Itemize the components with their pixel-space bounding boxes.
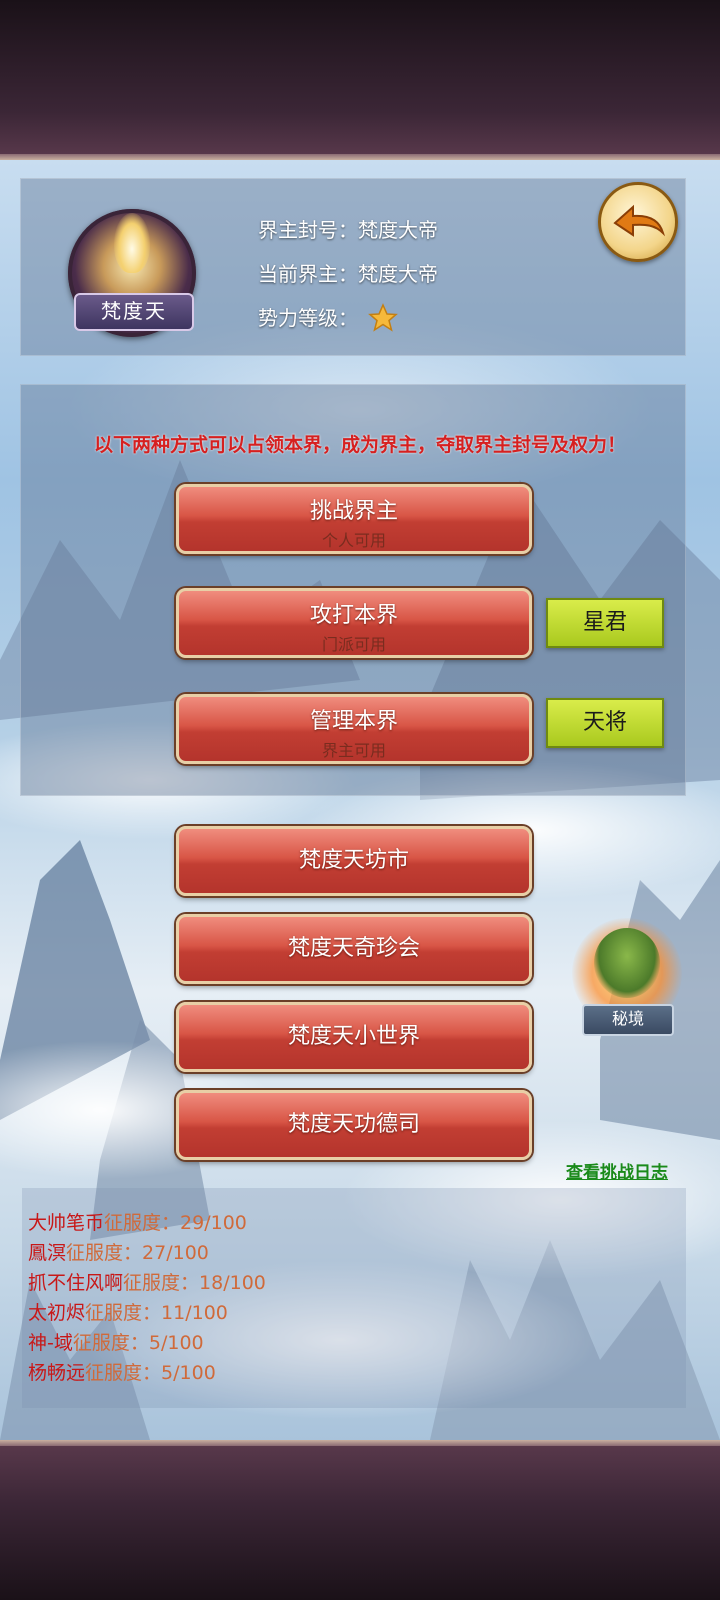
player-name: 鳳溟 <box>28 1242 67 1264</box>
back-arrow-icon <box>613 204 666 237</box>
player-name: 大帅笔币 <box>28 1212 105 1234</box>
list-item: 鳳溟征服度：27/100 <box>28 1238 209 1268</box>
conquest-label: 征服度： <box>104 1212 181 1234</box>
conquest-value: 11/100 <box>161 1302 228 1324</box>
realm-name-label: 梵度天 <box>74 293 194 331</box>
conquest-value: 18/100 <box>199 1272 266 1294</box>
small-world-button[interactable]: 梵度天小世界 <box>176 1002 532 1072</box>
realm-title-line: 界主封号：梵度大帝 <box>258 218 438 242</box>
conquest-value: 5/100 <box>148 1332 204 1354</box>
button-label: 管理本界 <box>309 709 398 734</box>
bottom-frame <box>0 1440 720 1600</box>
player-name: 杨畅远 <box>28 1362 86 1384</box>
challenge-log-link[interactable]: 查看挑战日志 <box>566 1158 668 1183</box>
button-label: 梵度天坊市 <box>298 848 409 873</box>
conquest-label: 征服度： <box>66 1242 143 1264</box>
player-name: 太初烬 <box>28 1302 86 1324</box>
conquest-list[interactable]: 大帅笔币征服度：29/100 鳳溟征服度：27/100 抓不住风啊征服度：18/… <box>22 1188 686 1408</box>
secret-realm-button[interactable]: 秘境 <box>572 918 682 1048</box>
floating-island-icon <box>594 928 660 998</box>
back-button[interactable] <box>598 182 678 262</box>
button-sublabel: 界主可用 <box>321 741 386 760</box>
attack-realm-button[interactable]: 攻打本界 门派可用 <box>176 588 532 658</box>
list-item: 抓不住风啊征服度：18/100 <box>28 1268 266 1298</box>
button-sublabel: 门派可用 <box>321 635 386 654</box>
market-button[interactable]: 梵度天坊市 <box>176 826 532 896</box>
flame-icon <box>114 213 150 273</box>
list-item: 太初烬征服度：11/100 <box>28 1298 228 1328</box>
button-label: 梵度天小世界 <box>287 1024 420 1049</box>
list-item: 杨畅远征服度：5/100 <box>28 1358 216 1388</box>
conquest-label: 征服度： <box>72 1332 149 1354</box>
treasure-auction-button[interactable]: 梵度天奇珍会 <box>176 914 532 984</box>
current-ruler-line: 当前界主：梵度大帝 <box>258 262 438 286</box>
star-lord-button[interactable]: 星君 <box>546 598 664 648</box>
button-label: 攻打本界 <box>309 603 398 628</box>
realm-emblem: 梵度天 <box>64 205 200 341</box>
button-sublabel: 个人可用 <box>321 531 386 550</box>
list-item: 神-域征服度：5/100 <box>28 1328 204 1358</box>
conquest-value: 5/100 <box>161 1362 216 1384</box>
button-label: 梵度天功德司 <box>287 1112 420 1137</box>
list-item: 大帅笔币征服度：29/100 <box>28 1208 247 1238</box>
secret-realm-label: 秘境 <box>582 1004 674 1036</box>
button-label: 梵度天奇珍会 <box>287 936 420 961</box>
conquest-label: 征服度： <box>85 1302 162 1324</box>
conquest-value: 27/100 <box>142 1242 209 1264</box>
player-name: 抓不住风啊 <box>28 1272 124 1294</box>
challenge-ruler-button[interactable]: 挑战界主 个人可用 <box>176 484 532 554</box>
power-level-label: 势力等级： <box>258 306 358 330</box>
conquest-label: 征服度： <box>123 1272 200 1294</box>
occupy-notice: 以下两种方式可以占领本界，成为界主，夺取界主封号及权力！ <box>93 434 626 456</box>
star-icon <box>368 303 398 332</box>
conquest-value: 29/100 <box>180 1212 247 1234</box>
manage-realm-button[interactable]: 管理本界 界主可用 <box>176 694 532 764</box>
conquest-label: 征服度： <box>85 1362 162 1384</box>
button-label: 挑战界主 <box>309 499 398 524</box>
player-name: 神-域 <box>28 1332 73 1354</box>
top-frame <box>0 0 720 160</box>
heavenly-general-button[interactable]: 天将 <box>546 698 664 748</box>
merit-office-button[interactable]: 梵度天功德司 <box>176 1090 532 1160</box>
